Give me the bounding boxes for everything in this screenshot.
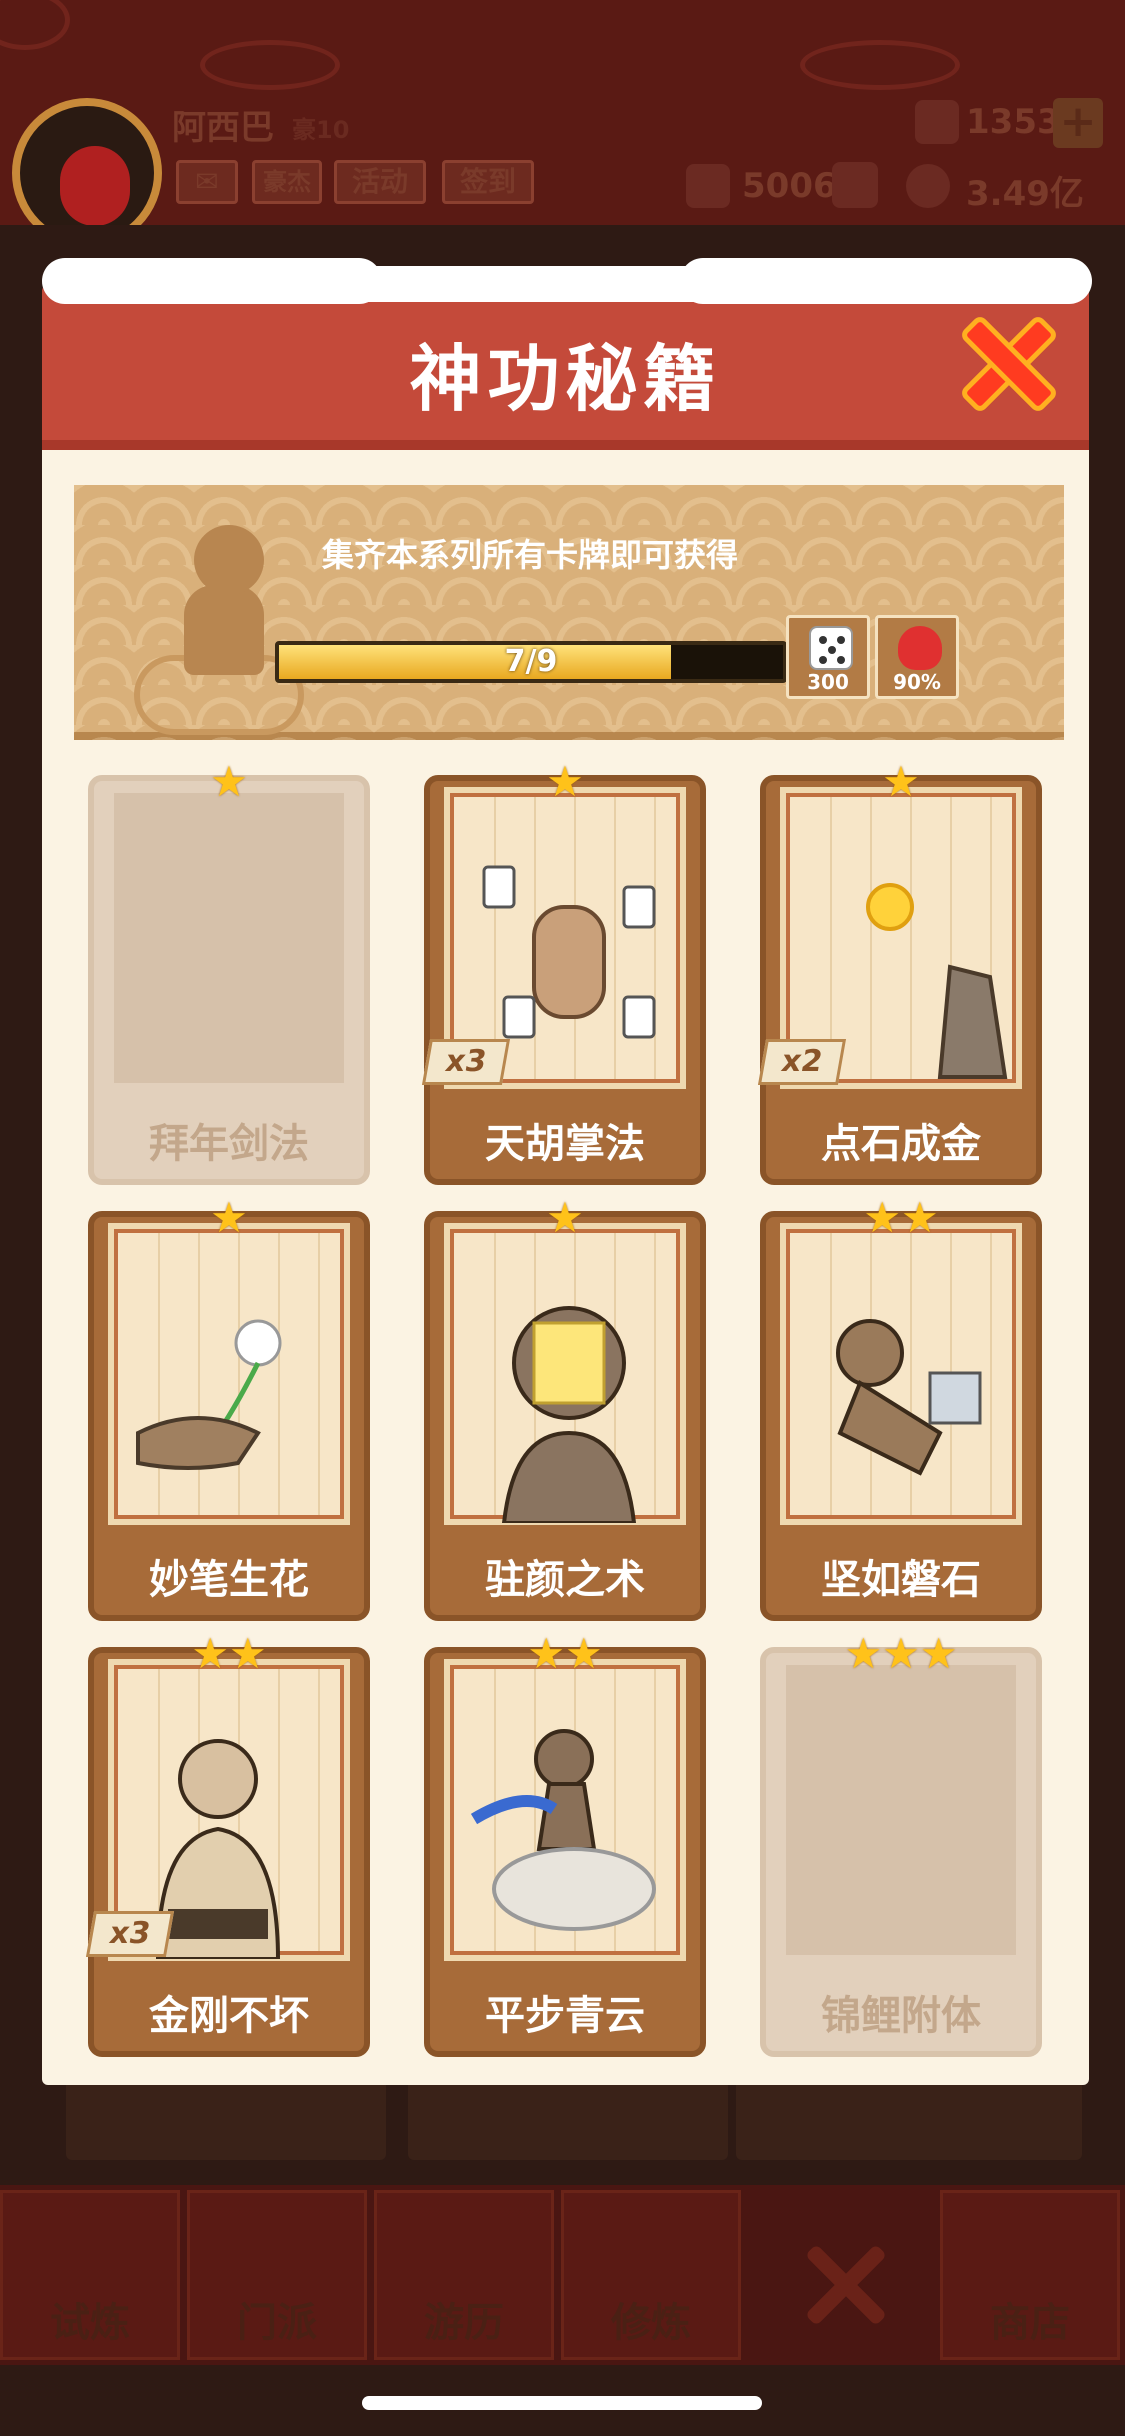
coin-icon — [906, 164, 950, 208]
add-gems-button[interactable]: + — [1053, 98, 1103, 148]
card-art — [786, 1229, 1016, 1519]
hero-button[interactable]: 豪杰 — [252, 160, 322, 204]
star-icon: ★★ — [191, 1629, 267, 1678]
home-indicator[interactable] — [362, 2396, 762, 2410]
card-art — [114, 1229, 344, 1519]
card-count-badge: x2 — [757, 1039, 847, 1085]
nav-label: 试炼 — [50, 2300, 130, 2346]
nav-label: 商店 — [990, 2300, 1070, 2346]
player-rank: 豪10 — [292, 116, 350, 144]
gem-count: 1353 — [966, 102, 1061, 142]
snow-decoration — [300, 266, 720, 302]
event-button[interactable]: 活动 — [334, 160, 426, 204]
star-icon: ★ — [546, 1193, 584, 1242]
heart-icon — [898, 626, 942, 670]
game-screen: 阿西巴 豪10 ✉ 豪杰 活动 签到 1353 + 5006 3.49亿 试炼 … — [0, 0, 1125, 2436]
star-icon: ★★★ — [844, 1629, 958, 1678]
card-4[interactable]: ★ 妙笔生花 — [88, 1197, 370, 1621]
card-name: 金刚不坏 — [149, 1993, 309, 2039]
star-icon: ★ — [210, 757, 248, 806]
coin-count: 3.49亿 — [966, 174, 1084, 214]
reward-value: 300 — [807, 670, 849, 694]
card-9[interactable]: ★★★ 锦鲤附体 — [760, 1633, 1042, 2057]
card-8[interactable]: ★★ 平步青云 — [424, 1633, 706, 2057]
checkin-button[interactable]: 签到 — [442, 160, 534, 204]
close-button[interactable] — [958, 313, 1060, 415]
card-art — [450, 1665, 680, 1955]
snow-decoration — [680, 258, 1092, 304]
card-count-badge: x3 — [421, 1039, 511, 1085]
star-icon: ★★ — [863, 1193, 939, 1242]
card-name: 锦鲤附体 — [821, 1993, 981, 2039]
star-icon: ★ — [210, 1193, 248, 1242]
card-count-badge: x3 — [85, 1911, 175, 1957]
card-name: 驻颜之术 — [485, 1557, 645, 1603]
ticket-count: 5006 — [742, 166, 837, 206]
star-icon: ★ — [546, 757, 584, 806]
star-icon: ★★ — [527, 1629, 603, 1678]
card-art — [786, 1665, 1016, 1955]
reward-banner — [74, 485, 1064, 740]
reward-heart[interactable]: 90% — [875, 615, 959, 699]
card-3[interactable]: ★ x2 点石成金 — [757, 761, 1042, 1185]
star-icon: ★ — [882, 757, 920, 806]
card-name: 坚如磐石 — [821, 1557, 981, 1603]
nav-label: 门派 — [237, 2300, 317, 2346]
alert-icon[interactable] — [832, 162, 878, 208]
card-1[interactable]: ★ 拜年剑法 — [88, 761, 370, 1185]
collection-progress-bar: 7/9 — [275, 641, 787, 683]
progress-label: 7/9 — [504, 644, 558, 679]
background-panel — [66, 2080, 386, 2160]
player-name: 阿西巴 — [172, 108, 274, 148]
card-art — [114, 793, 344, 1083]
nav-close-icon[interactable] — [800, 2240, 890, 2330]
banner-text: 集齐本系列所有卡牌即可获得 — [321, 536, 738, 574]
card-name: 天胡掌法 — [485, 1121, 645, 1167]
modal-title: 神功秘籍 — [409, 337, 722, 421]
gem-icon — [915, 100, 959, 144]
reward-value: 90% — [893, 670, 941, 694]
card-5[interactable]: ★ 驻颜之术 — [424, 1197, 706, 1621]
card-name: 点石成金 — [821, 1121, 981, 1167]
card-7[interactable]: ★★ x3 金刚不坏 — [85, 1633, 370, 2057]
card-name: 平步青云 — [485, 1993, 645, 2039]
card-2[interactable]: ★ x3 天胡掌法 — [421, 761, 706, 1185]
card-6[interactable]: ★★ 坚如磐石 — [760, 1197, 1042, 1621]
reward-dice[interactable]: 300 — [786, 615, 870, 699]
card-name: 拜年剑法 — [149, 1121, 309, 1167]
background-panel — [736, 2080, 1082, 2160]
card-name: 妙笔生花 — [149, 1557, 309, 1603]
nav-label: 游历 — [424, 2300, 504, 2346]
background-panel — [408, 2080, 728, 2160]
mail-icon[interactable]: ✉ — [176, 160, 238, 204]
dice-icon — [809, 626, 853, 670]
card-art — [450, 1229, 680, 1523]
nav-label: 修炼 — [611, 2300, 691, 2346]
ticket-icon — [686, 164, 730, 208]
